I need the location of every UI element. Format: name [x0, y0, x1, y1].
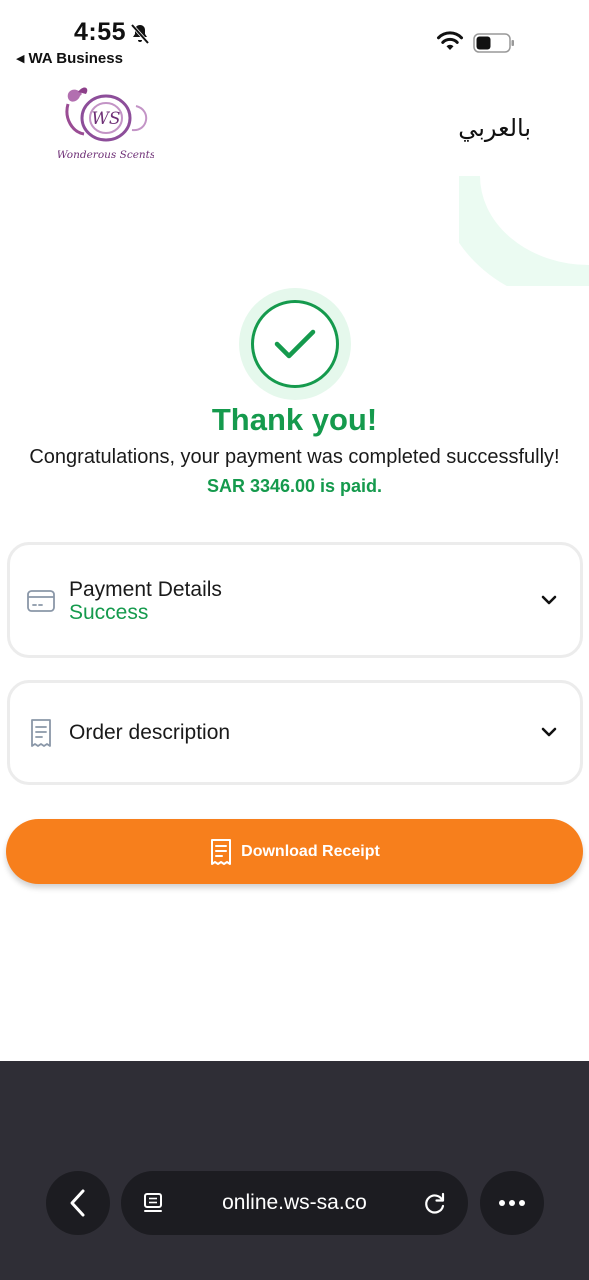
arabic-language-toggle[interactable]: بالعربي	[458, 114, 531, 142]
back-app-label: WA Business	[28, 50, 123, 67]
chevron-down-icon[interactable]	[538, 589, 560, 611]
receipt-icon	[31, 719, 51, 747]
amount-paid: SAR 3346.00 is paid.	[206, 476, 383, 496]
logo-text: Wonderous Scents	[58, 149, 154, 161]
payment-details-title: Payment Details	[69, 578, 222, 601]
payment-status: Success	[69, 601, 149, 624]
browser-back-button[interactable]	[46, 1171, 110, 1235]
chevron-left-icon	[70, 1189, 85, 1217]
bell-off-icon	[130, 23, 150, 45]
address-bar[interactable]: online.ws-sa.co	[121, 1171, 468, 1235]
receipt-download-icon	[211, 838, 232, 865]
back-triangle-icon: ◀	[16, 53, 25, 65]
battery-icon	[473, 33, 514, 53]
credit-card-icon	[27, 590, 55, 612]
success-check-badge	[239, 288, 351, 400]
clock: 4:55	[74, 18, 127, 46]
check-icon	[274, 329, 316, 359]
wifi-icon	[437, 31, 463, 50]
wonderous-scents-logo: WS Wonderous Scents	[58, 87, 154, 161]
decorative-arc	[459, 176, 589, 286]
logo-monogram: WS	[91, 109, 120, 129]
download-receipt-button[interactable]: Download Receipt	[6, 819, 583, 884]
order-description-card[interactable]: Order description	[7, 680, 583, 785]
order-description-title: Order description	[69, 721, 231, 744]
download-receipt-label: Download Receipt	[241, 842, 380, 860]
success-message: Congratulations, your payment was comple…	[29, 446, 560, 468]
payment-details-card[interactable]: Payment Details Success	[7, 542, 583, 658]
url-text: online.ws-sa.co	[222, 1191, 367, 1214]
chevron-down-icon[interactable]	[538, 721, 560, 743]
reload-icon[interactable]	[422, 1190, 448, 1216]
back-to-app-link[interactable]: ◀ WA Business	[16, 50, 123, 67]
thank-you-heading: Thank you!	[211, 402, 378, 437]
browser-toolbar: online.ws-sa.co	[0, 1061, 589, 1280]
more-options-button[interactable]	[480, 1171, 544, 1235]
status-bar: 4:55 ◀ WA Business	[0, 0, 589, 72]
ellipsis-icon	[499, 1200, 525, 1206]
